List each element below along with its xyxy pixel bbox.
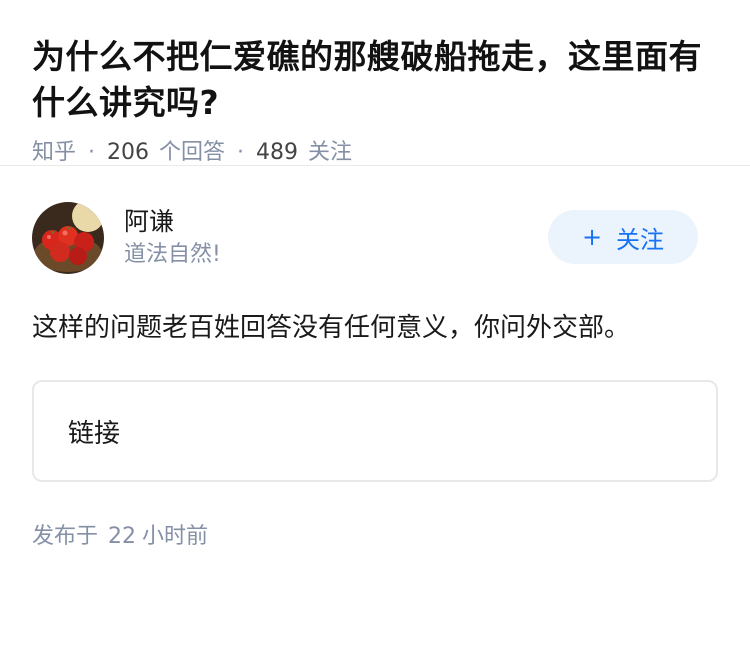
publish-num: 22	[108, 524, 137, 549]
question-header: 为什么不把仁爱礁的那艘破船拖走，这里面有什么讲究吗? 知乎 · 206 个回答 …	[0, 0, 750, 166]
question-meta: 知乎 · 206 个回答 · 489 关注	[32, 138, 718, 168]
plus-icon: +	[581, 223, 603, 251]
follow-button[interactable]: + 关注	[548, 210, 698, 264]
source-label[interactable]: 知乎	[32, 138, 76, 168]
avatar[interactable]	[32, 202, 104, 274]
author-name[interactable]: 阿谦	[124, 205, 221, 239]
meta-separator: ·	[88, 140, 96, 165]
meta-separator: ·	[237, 140, 245, 165]
answer-count: 206	[107, 140, 150, 165]
link-card[interactable]: 链接	[32, 380, 718, 482]
answer-count-label[interactable]: 个回答	[159, 138, 225, 168]
answer-item: 阿谦 道法自然! + 关注 这样的问题老百姓回答没有任何意义，你问外交部。 链接…	[0, 166, 750, 550]
question-page: 为什么不把仁爱礁的那艘破船拖走，这里面有什么讲究吗? 知乎 · 206 个回答 …	[0, 0, 750, 672]
tomato-avatar-image	[32, 202, 104, 274]
author-row: 阿谦 道法自然! + 关注	[32, 200, 718, 276]
follower-count-label: 关注	[308, 140, 353, 165]
author-bio: 道法自然!	[124, 242, 221, 267]
follow-label: 关注	[616, 225, 665, 254]
publish-suffix: 小时前	[142, 524, 209, 549]
question-title[interactable]: 为什么不把仁爱礁的那艘破船拖走，这里面有什么讲究吗?	[32, 34, 718, 126]
answer-content: 这样的问题老百姓回答没有任何意义，你问外交部。	[32, 313, 631, 343]
author-info: 阿谦 道法自然!	[124, 205, 221, 271]
publish-time: 发布于 22 小时前	[32, 518, 718, 550]
follower-count: 489	[256, 140, 299, 165]
publish-prefix: 发布于	[32, 524, 99, 549]
link-card-label: 链接	[68, 418, 121, 449]
